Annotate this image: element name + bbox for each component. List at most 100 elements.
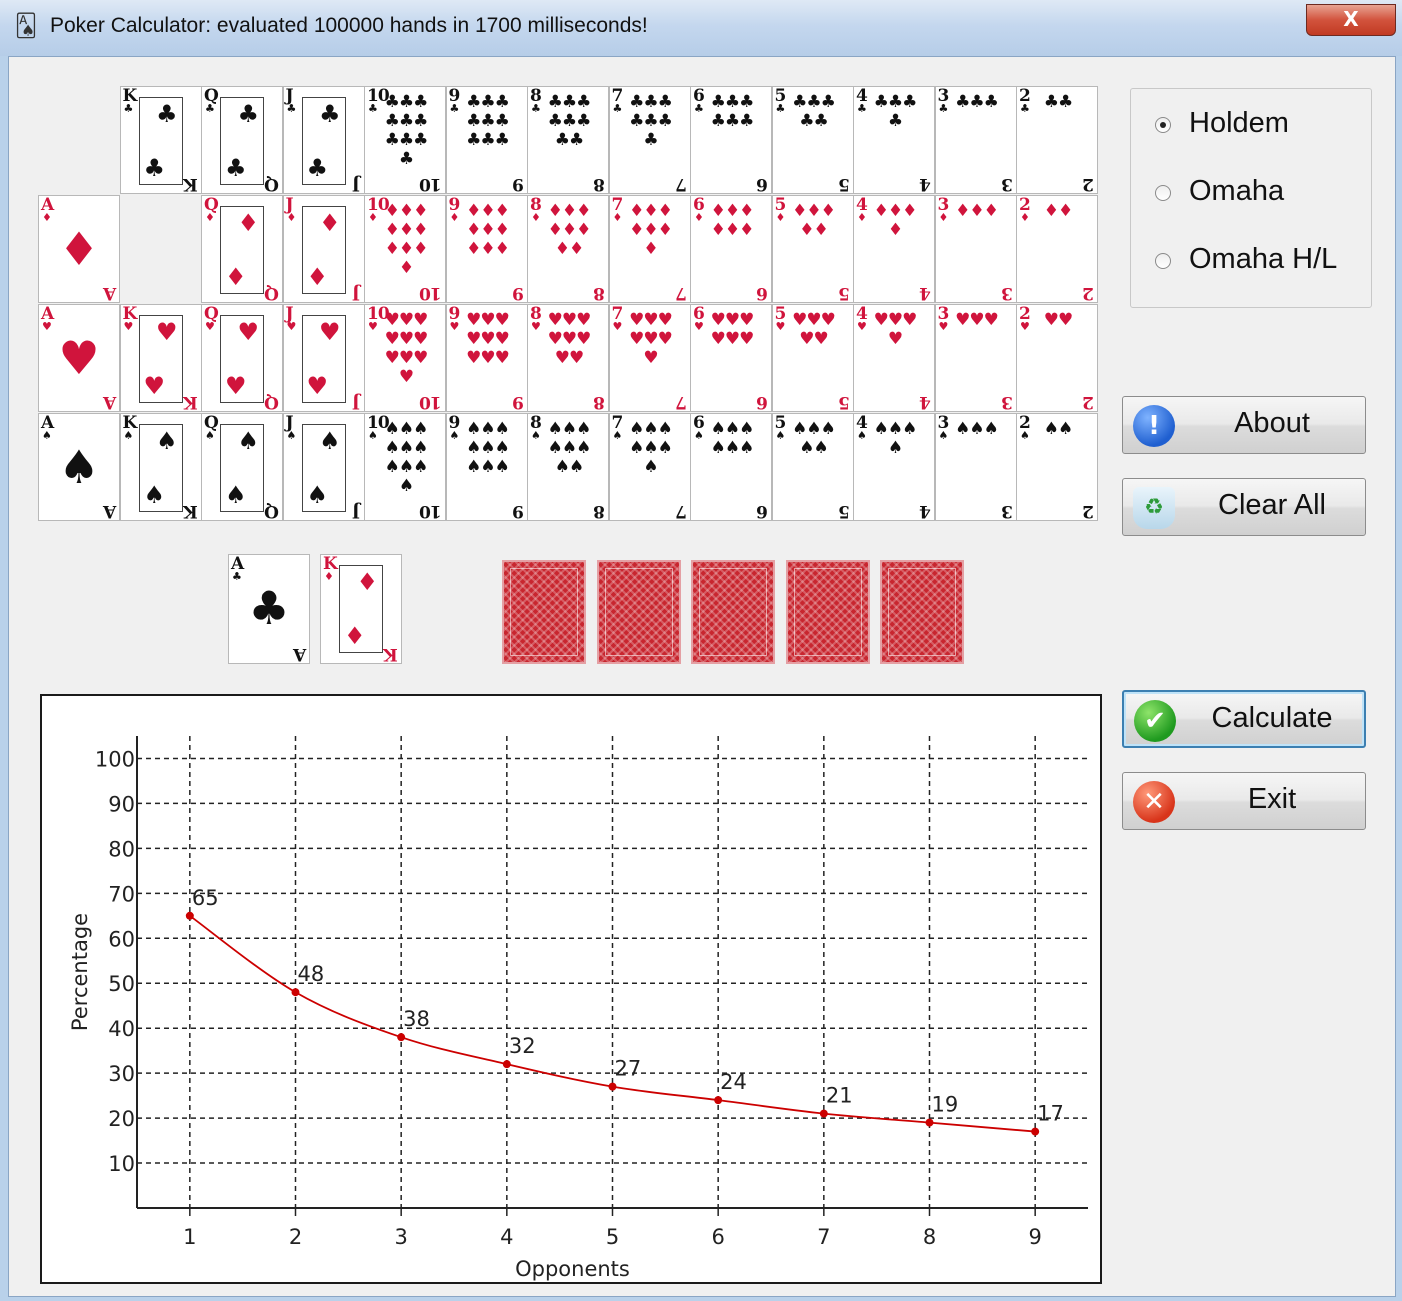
radio-button-icon[interactable] [1155, 185, 1171, 201]
card-q-clubs[interactable]: Q ♣ Q ♣ ♣ [201, 86, 283, 194]
card-3-hearts[interactable]: 3 ♥ 3 ♥♥♥ [934, 304, 1017, 412]
clear-all-button[interactable]: ♻ Clear All [1122, 478, 1366, 536]
window-close-button[interactable]: X [1306, 4, 1396, 36]
card-k-clubs[interactable]: K ♣ K ♣ ♣ [119, 86, 202, 194]
card-4-clubs[interactable]: 4 ♣ 4 ♣♣♣♣ [853, 86, 935, 194]
card-5-spades[interactable]: 5 ♠ 5 ♠♠♠♠♠ [771, 413, 854, 521]
card-4-spades[interactable]: 4 ♠ 4 ♠♠♠♠ [853, 413, 935, 521]
diamonds-icon: ♦ [205, 211, 215, 224]
spades-icon: ♠ [318, 427, 341, 455]
card-6-diamonds[interactable]: 6 ♦ 6 ♦♦♦♦♦♦ [690, 195, 772, 303]
card-q-spades[interactable]: Q ♠ Q ♠ ♠ [201, 413, 283, 521]
card-a-diamonds[interactable]: A ♦ A ♦ [38, 195, 120, 303]
card-8-diamonds[interactable]: 8 ♦ 8 ♦♦♦♦♦♦♦♦ [527, 195, 609, 303]
card-9-diamonds[interactable]: 9 ♦ 9 ♦♦♦♦♦♦♦♦♦ [445, 195, 528, 303]
card-7-spades[interactable]: 7 ♠ 7 ♠♠♠♠♠♠♠ [608, 413, 691, 521]
card-6-hearts[interactable]: 6 ♥ 6 ♥♥♥♥♥♥ [690, 304, 772, 412]
card-rank-inverted: A [293, 644, 306, 664]
face-card-portrait: ♥ ♥ [301, 315, 346, 403]
card-a-hearts[interactable]: A ♥ A ♥ [38, 304, 120, 412]
board-card-back-2[interactable] [596, 560, 681, 664]
data-point [502, 1060, 511, 1069]
card-5-diamonds[interactable]: 5 ♦ 5 ♦♦♦♦♦ [771, 195, 854, 303]
hearts-pips: ♥♥♥♥ [873, 310, 918, 349]
spades-pips: ♠♠♠♠♠♠♠♠♠ [466, 419, 510, 477]
card-q-diamonds[interactable]: Q ♦ Q ♦ ♦ [201, 195, 283, 303]
card-rank-inverted: 9 [512, 174, 524, 194]
card-2-clubs[interactable]: 2 ♣ 2 ♣♣ [1016, 86, 1098, 194]
card-9-clubs[interactable]: 9 ♣ 9 ♣♣♣♣♣♣♣♣♣ [445, 86, 528, 194]
card-a-spades[interactable]: A ♠ A ♠ [38, 413, 120, 521]
radio-holdem[interactable]: Holdem [1153, 105, 1363, 145]
card-5-clubs[interactable]: 5 ♣ 5 ♣♣♣♣♣ [771, 86, 854, 194]
diamonds-icon: ♦ [58, 222, 100, 276]
radio-button-icon[interactable] [1155, 253, 1171, 269]
card-6-clubs[interactable]: 6 ♣ 6 ♣♣♣♣♣♣ [690, 86, 772, 194]
board-card-back-4[interactable] [785, 560, 870, 664]
board-card-back-1[interactable] [502, 560, 586, 664]
radio-button-icon[interactable] [1155, 117, 1171, 133]
card-j-diamonds[interactable]: J ♦ J ♦ ♦ [282, 195, 365, 303]
spades-pips: ♠♠♠ [955, 419, 999, 439]
card-5-hearts[interactable]: 5 ♥ 5 ♥♥♥♥♥ [771, 304, 854, 412]
title-bar[interactable]: 🂡 Poker Calculator: evaluated 100000 han… [0, 0, 1402, 56]
hearts-icon: ♥ [42, 320, 52, 333]
diamonds-pips: ♦♦♦♦♦♦♦♦♦♦ [384, 201, 429, 278]
card-9-hearts[interactable]: 9 ♥ 9 ♥♥♥♥♥♥♥♥♥ [445, 304, 528, 412]
card-q-hearts[interactable]: Q ♥ Q ♥ ♥ [201, 304, 283, 412]
clubs-pips: ♣♣♣♣♣♣ [710, 92, 755, 131]
card-10-clubs[interactable]: 10 ♣ 10 ♣♣♣♣♣♣♣♣♣♣ [364, 86, 446, 194]
card-j-hearts[interactable]: J ♥ J ♥ ♥ [282, 304, 365, 412]
card-8-clubs[interactable]: 8 ♣ 8 ♣♣♣♣♣♣♣♣ [527, 86, 609, 194]
card-rank-inverted: 9 [512, 501, 524, 521]
card-10-spades[interactable]: 10 ♠ 10 ♠♠♠♠♠♠♠♠♠♠ [364, 413, 446, 521]
hearts-icon: ♥ [143, 372, 166, 400]
card-8-hearts[interactable]: 8 ♥ 8 ♥♥♥♥♥♥♥♥ [527, 304, 609, 412]
card-j-clubs[interactable]: J ♣ J ♣ ♣ [282, 86, 365, 194]
card-3-diamonds[interactable]: 3 ♦ 3 ♦♦♦ [934, 195, 1017, 303]
board-card-back-3[interactable] [691, 560, 775, 664]
card-4-diamonds[interactable]: 4 ♦ 4 ♦♦♦♦ [853, 195, 935, 303]
card-4-hearts[interactable]: 4 ♥ 4 ♥♥♥♥ [853, 304, 935, 412]
card-j-spades[interactable]: J ♠ J ♠ ♠ [282, 413, 365, 521]
card-9-spades[interactable]: 9 ♠ 9 ♠♠♠♠♠♠♠♠♠ [445, 413, 528, 521]
x-tick-label: 1 [183, 1225, 196, 1249]
hearts-icon: ♥ [1020, 320, 1030, 333]
card-6-spades[interactable]: 6 ♠ 6 ♠♠♠♠♠♠ [690, 413, 772, 521]
card-k-spades[interactable]: K ♠ K ♠ ♠ [119, 413, 202, 521]
radio-omaha[interactable]: Omaha [1153, 173, 1363, 213]
radio-label: Omaha [1189, 175, 1285, 207]
card-2-hearts[interactable]: 2 ♥ 2 ♥♥ [1016, 304, 1098, 412]
card-8-spades[interactable]: 8 ♠ 8 ♠♠♠♠♠♠♠♠ [527, 413, 609, 521]
clubs-icon: ♣ [449, 102, 460, 115]
hearts-icon: ♥ [205, 320, 215, 333]
card-3-spades[interactable]: 3 ♠ 3 ♠♠♠ [934, 413, 1017, 521]
card-k-hearts[interactable]: K ♥ K ♥ ♥ [119, 304, 202, 412]
diamonds-icon: ♦ [225, 263, 247, 291]
card-10-hearts[interactable]: 10 ♥ 10 ♥♥♥♥♥♥♥♥♥♥ [364, 304, 446, 412]
card-3-clubs[interactable]: 3 ♣ 3 ♣♣♣ [934, 86, 1017, 194]
calculate-button[interactable]: ✔ Calculate [1122, 690, 1366, 748]
diamonds-pips: ♦♦♦♦♦♦ [710, 201, 755, 240]
diamonds-icon: ♦ [857, 211, 867, 224]
diamonds-icon: ♦ [1020, 211, 1030, 224]
card-2-diamonds[interactable]: 2 ♦ 2 ♦♦ [1016, 195, 1098, 303]
card-2-spades[interactable]: 2 ♠ 2 ♠♠ [1016, 413, 1098, 521]
about-button[interactable]: ! About [1122, 396, 1366, 454]
card-7-diamonds[interactable]: 7 ♦ 7 ♦♦♦♦♦♦♦ [608, 195, 691, 303]
card-rank-inverted: 9 [512, 392, 524, 412]
hand-card-2[interactable]: K ♦ K ♦ ♦ [320, 554, 402, 664]
x-tick-label: 9 [1028, 1225, 1041, 1249]
face-card-portrait: ♠ ♠ [138, 424, 183, 512]
hand-card-1[interactable]: A ♣ A ♣ [228, 554, 310, 664]
face-card-portrait: ♦ ♦ [301, 206, 346, 294]
radio-omaha-h-l[interactable]: Omaha H/L [1153, 241, 1363, 281]
card-7-clubs[interactable]: 7 ♣ 7 ♣♣♣♣♣♣♣ [608, 86, 691, 194]
card-10-diamonds[interactable]: 10 ♦ 10 ♦♦♦♦♦♦♦♦♦♦ [364, 195, 446, 303]
exit-button[interactable]: ✕ Exit [1122, 772, 1366, 830]
card-rank-inverted: 4 [920, 501, 931, 521]
card-7-hearts[interactable]: 7 ♥ 7 ♥♥♥♥♥♥♥ [608, 304, 691, 412]
card-rank-inverted: 8 [594, 501, 605, 521]
y-tick-label: 20 [108, 1107, 135, 1131]
board-card-back-5[interactable] [880, 560, 964, 664]
